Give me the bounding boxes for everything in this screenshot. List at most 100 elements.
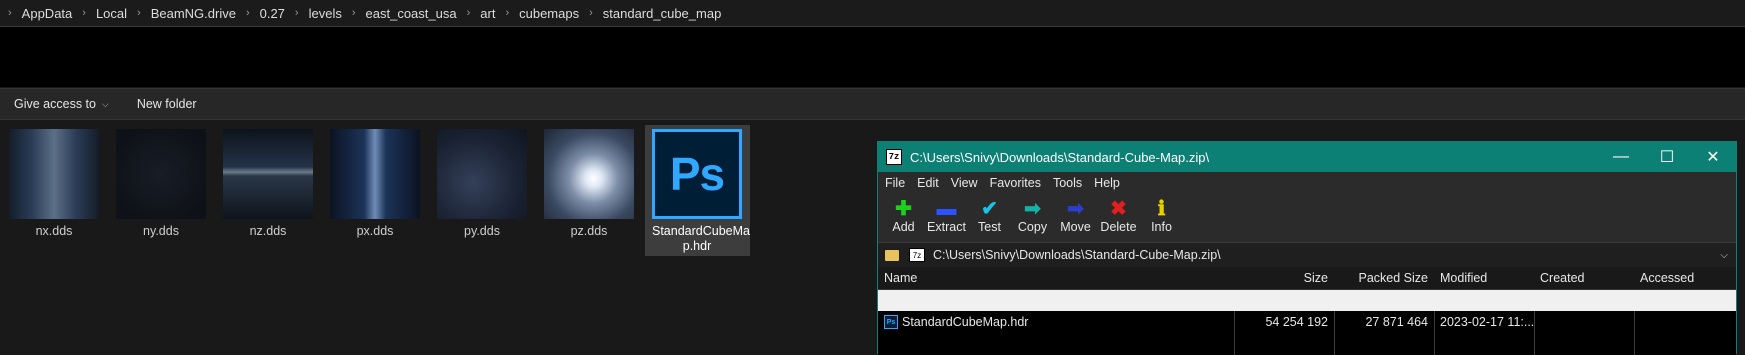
menu-tools[interactable]: Tools	[1048, 176, 1087, 190]
file-view: nx.dds ny.dds nz.dds px.dds py.dds pz.dd…	[0, 120, 1745, 355]
extract-button[interactable]: ▬ Extract	[925, 194, 968, 234]
minimize-button[interactable]: —	[1598, 142, 1644, 172]
image-thumbnail	[116, 129, 206, 219]
image-thumbnail	[544, 129, 634, 219]
photoshop-icon: Ps	[652, 129, 742, 219]
delete-label: Delete	[1100, 220, 1137, 234]
breadcrumb-item-version[interactable]: 0.27	[258, 6, 287, 21]
move-label: Move	[1060, 220, 1091, 234]
close-button[interactable]: ✕	[1690, 142, 1736, 172]
copy-button[interactable]: ➡ Copy	[1011, 194, 1054, 234]
photoshop-icon-text: Ps	[669, 148, 725, 200]
chevron-right-icon: ›	[466, 7, 471, 19]
chevron-right-icon: ›	[82, 7, 86, 19]
window-title: C:\Users\Snivy\Downloads\Standard-Cube-M…	[910, 149, 1210, 165]
copy-icon: ➡	[1024, 198, 1041, 220]
delete-button[interactable]: ✖ Delete	[1097, 194, 1140, 234]
chevron-right-icon: ›	[589, 7, 593, 19]
sevenzip-toolbar: ✚ Add ▬ Extract ✔ Test ➡ Copy ➡ Move ✖ D…	[878, 194, 1736, 242]
move-icon: ➡	[1067, 198, 1084, 220]
row-packed-size: 27 871 464	[1365, 315, 1428, 329]
info-button[interactable]: ℹ Info	[1140, 194, 1183, 234]
breadcrumb-item-appdata[interactable]: AppData	[20, 6, 75, 21]
add-label: Add	[892, 220, 915, 234]
breadcrumb-item-beamng[interactable]: BeamNG.drive	[149, 6, 238, 21]
title-bar[interactable]: 7z C:\Users\Snivy\Downloads\Standard-Cub…	[878, 142, 1736, 172]
file-name: px.dds	[356, 224, 394, 238]
file-item[interactable]: nz.dds	[220, 125, 316, 238]
breadcrumb-item-east-coast-usa[interactable]: east_coast_usa	[364, 6, 459, 21]
add-icon: ✚	[895, 198, 912, 220]
copy-label: Copy	[1017, 220, 1048, 234]
menu-help[interactable]: Help	[1089, 176, 1125, 190]
file-name: ny.dds	[143, 224, 179, 238]
address-bar[interactable]: 7z C:\Users\Snivy\Downloads\Standard-Cub…	[878, 242, 1736, 267]
row-name: Ps StandardCubeMap.hdr	[878, 315, 1234, 329]
file-name: py.dds	[464, 224, 500, 238]
new-folder-button[interactable]: New folder	[123, 97, 211, 111]
image-thumbnail	[9, 129, 99, 219]
ribbon-area	[0, 27, 1745, 87]
chevron-right-icon: ›	[137, 7, 141, 19]
file-item[interactable]: nx.dds	[6, 125, 102, 238]
file-item[interactable]: py.dds	[434, 125, 530, 238]
file-item[interactable]: pz.dds	[541, 125, 637, 238]
breadcrumb-item-standard-cube-map[interactable]: standard_cube_map	[601, 6, 724, 21]
breadcrumb-item-local[interactable]: Local	[94, 6, 129, 21]
menu-bar: File Edit View Favorites Tools Help	[878, 172, 1736, 194]
sevenzip-window: 7z C:\Users\Snivy\Downloads\Standard-Cub…	[877, 141, 1737, 355]
maximize-button[interactable]: ☐	[1644, 142, 1690, 172]
column-created[interactable]: Created	[1534, 271, 1634, 285]
breadcrumb-item-art[interactable]: art	[478, 6, 497, 21]
list-header: Name Size Packed Size Modified Created A…	[878, 267, 1736, 290]
address-text: C:\Users\Snivy\Downloads\Standard-Cube-M…	[933, 248, 1221, 262]
extract-icon: ▬	[936, 198, 957, 220]
file-list: Ps StandardCubeMap.hdr 54 254 192 27 871…	[878, 311, 1736, 355]
breadcrumb-item-levels[interactable]: levels	[307, 6, 344, 21]
test-icon: ✔	[981, 198, 998, 220]
delete-icon: ✖	[1110, 198, 1127, 220]
file-item-selected[interactable]: Ps StandardCubeMa p.hdr	[645, 125, 750, 256]
breadcrumb-item-cubemaps[interactable]: cubemaps	[517, 6, 581, 21]
chevron-right-icon: ›	[245, 7, 250, 19]
menu-favorites[interactable]: Favorites	[985, 176, 1046, 190]
photoshop-icon: Ps	[884, 315, 898, 329]
chevron-right-icon: ›	[8, 7, 12, 19]
explorer-toolbar: Give access to ⌵ New folder	[0, 88, 1745, 120]
test-button[interactable]: ✔ Test	[968, 194, 1011, 234]
row-name-text: StandardCubeMap.hdr	[902, 315, 1029, 329]
file-name: nx.dds	[35, 224, 73, 238]
column-divider	[1434, 311, 1435, 355]
menu-edit[interactable]: Edit	[912, 176, 944, 190]
file-name: StandardCubeMa p.hdr	[652, 224, 750, 253]
extract-label: Extract	[927, 220, 966, 234]
chevron-down-icon[interactable]: ⌵	[1720, 250, 1728, 261]
row-modified: 2023-02-17 11:...	[1440, 315, 1534, 329]
column-accessed[interactable]: Accessed	[1634, 271, 1734, 285]
table-row[interactable]: Ps StandardCubeMap.hdr 54 254 192 27 871…	[878, 311, 1736, 333]
add-button[interactable]: ✚ Add	[882, 194, 925, 234]
zip-archive-icon: 7z	[909, 248, 925, 262]
hdr-file: Ps StandardCubeMa p.hdr	[649, 125, 750, 254]
row-size: 54 254 192	[1265, 315, 1328, 329]
column-packed-size[interactable]: Packed Size	[1334, 271, 1434, 285]
column-size[interactable]: Size	[1234, 271, 1334, 285]
file-name: nz.dds	[249, 224, 287, 238]
column-name[interactable]: Name	[878, 271, 1234, 285]
column-divider	[1334, 311, 1335, 355]
chevron-right-icon: ›	[294, 7, 299, 19]
image-thumbnail	[223, 129, 313, 219]
chevron-down-icon: ⌵	[101, 98, 109, 109]
move-button[interactable]: ➡ Move	[1054, 194, 1097, 234]
info-label: Info	[1151, 220, 1172, 234]
column-modified[interactable]: Modified	[1434, 271, 1534, 285]
menu-view[interactable]: View	[946, 176, 983, 190]
menu-file[interactable]: File	[880, 176, 910, 190]
folder-up-icon[interactable]	[885, 249, 899, 261]
image-thumbnail	[330, 129, 420, 219]
give-access-button[interactable]: Give access to ⌵	[0, 97, 123, 111]
chevron-right-icon: ›	[351, 7, 356, 19]
file-item[interactable]: px.dds	[327, 125, 423, 238]
give-access-label: Give access to	[14, 97, 96, 111]
file-item[interactable]: ny.dds	[113, 125, 209, 238]
